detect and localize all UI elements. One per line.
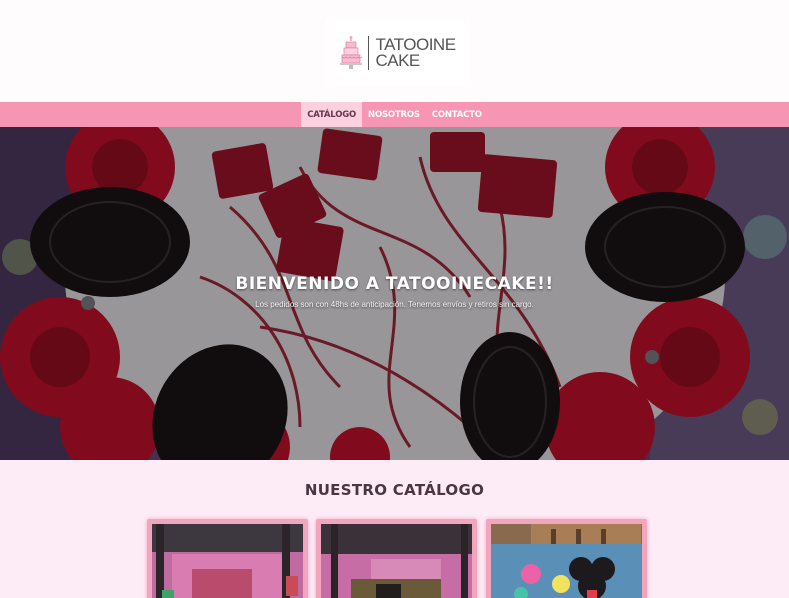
hero-subtitle: Los pedidos son con 48hs de anticipación… <box>255 300 534 309</box>
product-photo-3 <box>491 524 642 598</box>
logo-divider <box>368 36 370 70</box>
site-logo[interactable]: TATOOINE CAKE <box>326 20 470 86</box>
nav-catalogo[interactable]: CATÁLOGO <box>301 102 363 127</box>
cake-icon <box>340 36 363 69</box>
hero-banner: BIENVENIDO A TATOOINECAKE!! Los pedidos … <box>0 127 789 460</box>
nav-nosotros[interactable]: NOSOTROS <box>362 102 426 127</box>
main-nav: CATÁLOGO NOSOTROS CONTACTO <box>0 102 789 127</box>
nav-contacto[interactable]: CONTACTO <box>426 102 488 127</box>
catalog-card-3[interactable] <box>486 519 647 598</box>
catalog-card-1[interactable] <box>147 519 308 598</box>
catalog-card-1-image <box>152 524 303 598</box>
logo-text: TATOOINE CAKE <box>375 36 456 70</box>
catalog-card-2[interactable] <box>316 519 477 598</box>
catalog-title: NUESTRO CATÁLOGO <box>304 481 485 499</box>
product-photo-1 <box>152 524 303 598</box>
product-photo-2 <box>321 524 472 598</box>
catalog-card-2-image <box>321 524 472 598</box>
hero-title: BIENVENIDO A TATOOINECAKE!! <box>235 274 554 294</box>
site-header: TATOOINE CAKE <box>0 0 789 102</box>
catalog-card-3-image <box>491 524 642 598</box>
logo-line-2: CAKE <box>375 51 420 70</box>
